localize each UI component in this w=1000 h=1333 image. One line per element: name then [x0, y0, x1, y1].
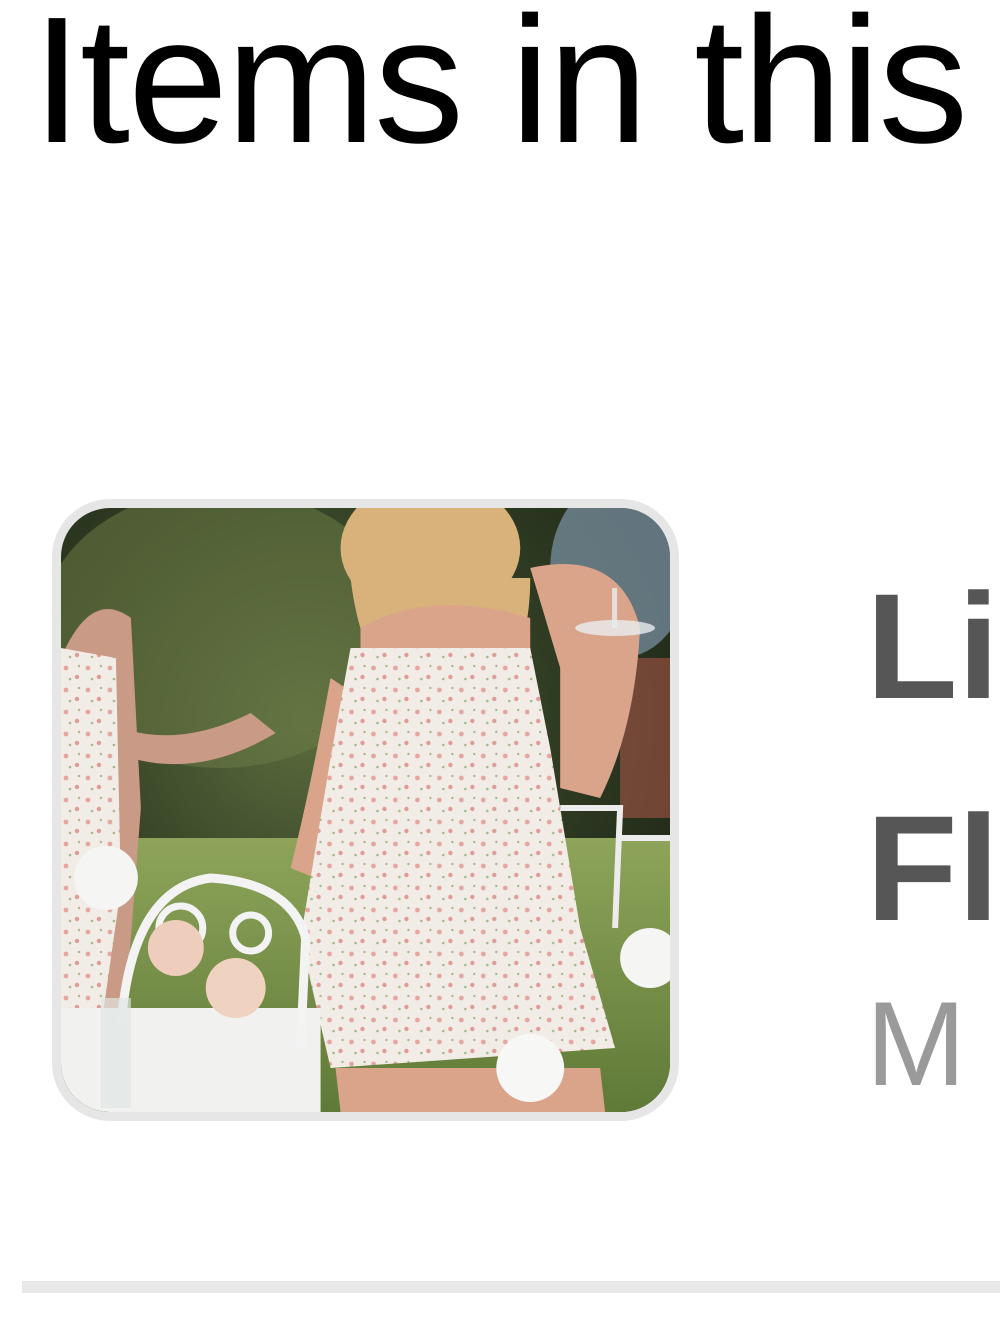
product-thumbnail[interactable] — [52, 499, 679, 1121]
item-name-line-1: Li — [866, 562, 1000, 730]
divider — [22, 1281, 1000, 1293]
item-details: Li Fl M — [866, 535, 999, 1119]
item-name: Li Fl — [866, 535, 999, 979]
item-name-line-2: Fl — [866, 784, 1000, 952]
product-photo — [61, 508, 670, 1112]
item-size: M — [866, 977, 966, 1111]
order-item[interactable]: Li Fl M — [0, 495, 1000, 1135]
section-heading: Items in this — [32, 0, 968, 181]
